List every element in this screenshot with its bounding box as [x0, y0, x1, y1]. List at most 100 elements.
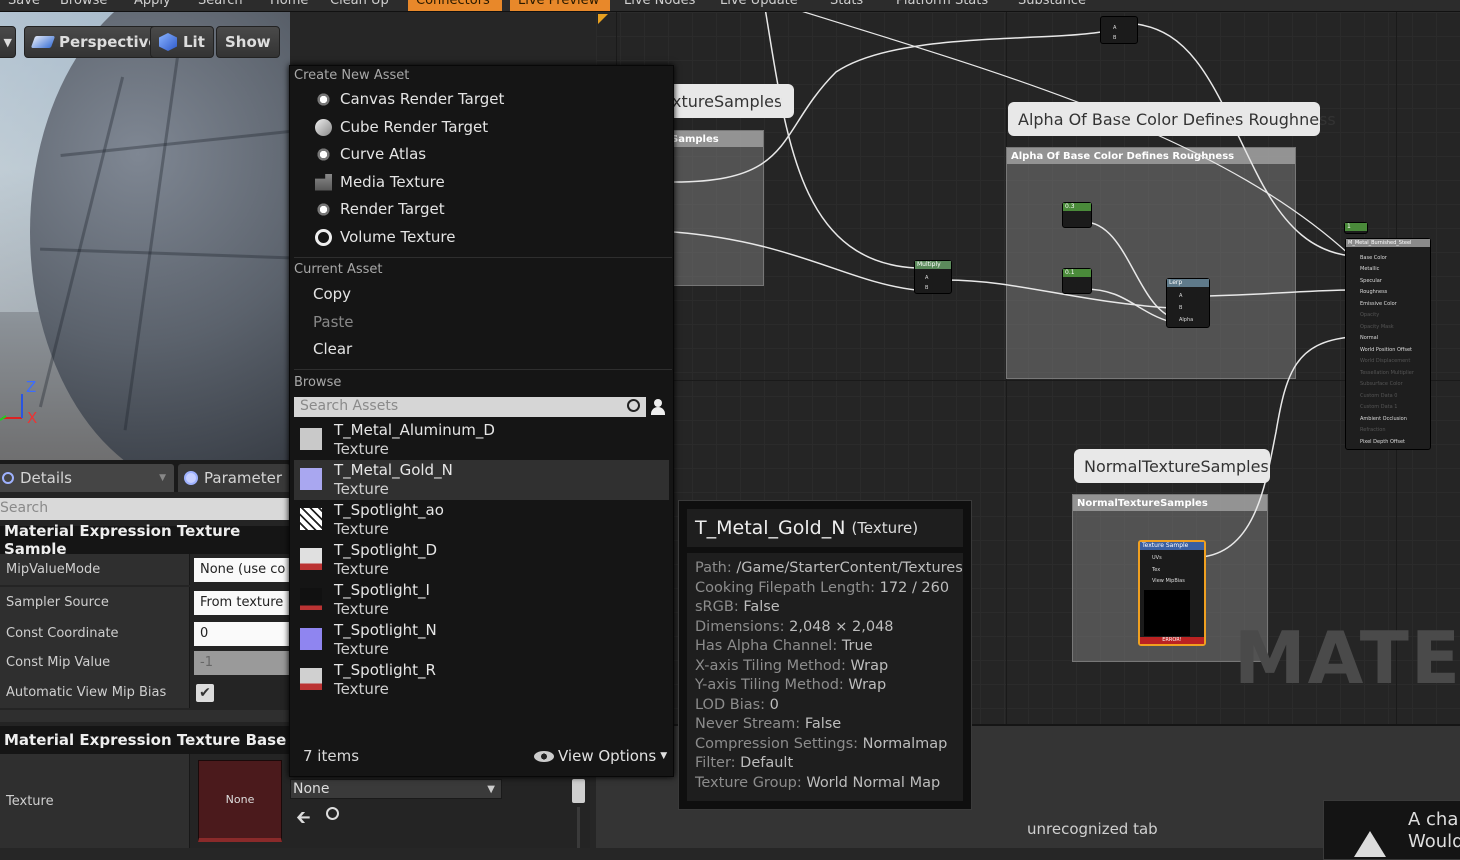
- use-selected-arrow-icon[interactable]: 🡰: [296, 805, 311, 835]
- result-pin[interactable]: Roughness: [1360, 289, 1387, 295]
- sampler-source-combo[interactable]: From texture: [194, 590, 290, 615]
- toolbar-substance[interactable]: Substance: [1010, 0, 1094, 11]
- result-pin[interactable]: Custom Data 0: [1360, 393, 1397, 399]
- auto-view-mip-bias-checkbox[interactable]: ✔: [196, 683, 214, 702]
- tooltip-row: Compression Settings: Normalmap: [695, 735, 948, 752]
- result-pin[interactable]: Custom Data 1: [1360, 404, 1397, 410]
- menu-volume-texture[interactable]: Volume Texture: [315, 228, 455, 246]
- top-math-node[interactable]: A B: [1100, 16, 1138, 44]
- result-pin[interactable]: Ambient Occlusion: [1360, 416, 1407, 422]
- texture-asset-combo[interactable]: None ▼: [290, 779, 502, 799]
- menu-item-label: Cube Render Target: [340, 118, 489, 136]
- warning-notification[interactable]: A char Would: [1323, 800, 1460, 860]
- multiply-node[interactable]: Multiply A B: [914, 260, 952, 294]
- result-pin[interactable]: Base Color: [1360, 255, 1387, 261]
- texture-thumbnail[interactable]: None: [198, 760, 282, 842]
- ts-pin-tex[interactable]: Tex: [1152, 567, 1160, 573]
- viewport-options-dropdown[interactable]: ▼: [0, 26, 16, 58]
- tooltip-row: Has Alpha Channel: True: [695, 638, 873, 654]
- asset-list-item[interactable]: T_Spotlight_N Texture: [294, 620, 669, 660]
- user-filter-icon[interactable]: [649, 397, 667, 417]
- tab-details[interactable]: Details ▼: [0, 464, 174, 492]
- menu-canvas-render-target[interactable]: Canvas Render Target: [315, 90, 504, 108]
- texture-sample-node[interactable]: Texture Sample UVs Tex View MipBias ERRO…: [1138, 540, 1206, 646]
- lit-cube-icon: [159, 33, 177, 51]
- result-pin[interactable]: World Position Offset: [1360, 347, 1412, 353]
- menu-cube-render-target[interactable]: Cube Render Target: [315, 118, 488, 136]
- mip-value-mode-combo[interactable]: None (use co: [194, 557, 290, 582]
- result-pin[interactable]: Subsurface Color: [1360, 381, 1403, 387]
- result-pin[interactable]: Emissive Color: [1360, 301, 1397, 307]
- menu-render-target[interactable]: Render Target: [315, 200, 445, 218]
- toolbar-live-update[interactable]: Live Update: [712, 0, 806, 11]
- const-mip-value-field[interactable]: -1: [194, 650, 290, 675]
- result-pin[interactable]: Specular: [1360, 278, 1382, 284]
- asset-search-input[interactable]: Search Assets: [294, 397, 646, 417]
- toolbar-home[interactable]: Home: [262, 0, 316, 11]
- toolbar-apply[interactable]: Apply: [126, 0, 179, 11]
- section-texture-sample[interactable]: Material Expression Texture Sample: [0, 522, 290, 558]
- toolbar-search[interactable]: Search: [190, 0, 251, 11]
- asset-list-item[interactable]: T_Spotlight_I Texture: [294, 580, 669, 620]
- result-pin[interactable]: World Displacement: [1360, 358, 1410, 364]
- details-scrollbar-track[interactable]: [577, 807, 580, 848]
- result-node-title: M_Metal_Burnished_Steel: [1346, 239, 1430, 247]
- axis-z-label: Z: [26, 378, 37, 396]
- result-pin[interactable]: Refraction: [1360, 427, 1386, 433]
- material-result-node[interactable]: M_Metal_Burnished_Steel Base Color Metal…: [1345, 238, 1431, 450]
- ts-pin-uvs[interactable]: UVs: [1152, 555, 1162, 561]
- browse-search-icon[interactable]: [326, 807, 339, 820]
- show-button[interactable]: Show: [216, 26, 280, 58]
- toolbar-browse[interactable]: Browse: [52, 0, 115, 11]
- axis-x-label: X: [27, 409, 38, 427]
- toolbar-save[interactable]: Save: [0, 0, 48, 11]
- menu-clear[interactable]: Clear: [313, 340, 352, 358]
- ts-preview: [1144, 590, 1190, 636]
- constant-node-b[interactable]: 0.1: [1062, 268, 1092, 294]
- material-preview-viewport[interactable]: ▼ Perspective Lit Show Z X: [0, 12, 290, 460]
- result-pin[interactable]: Pixel Depth Offset: [1360, 439, 1405, 445]
- section-texture-sample-title: Material Expression Texture Sample: [4, 522, 241, 558]
- section-texture-base[interactable]: Material Expression Texture Base: [0, 726, 290, 754]
- lit-button[interactable]: Lit: [150, 26, 214, 58]
- search-icon[interactable]: [627, 399, 640, 412]
- tooltip-body: Path: /Game/StarterContent/Textures Cook…: [687, 553, 963, 801]
- lerp-node[interactable]: Lerp A B Alpha: [1166, 278, 1210, 328]
- ts-pin-view-mipbias[interactable]: View MipBias: [1152, 578, 1185, 584]
- toolbar-live-preview[interactable]: Live Preview: [510, 0, 610, 11]
- constant-node-c[interactable]: 1: [1344, 222, 1368, 234]
- toolbar-connectors[interactable]: Connectors: [408, 0, 502, 11]
- result-pin[interactable]: Metallic: [1360, 266, 1379, 272]
- toolbar-clean-up[interactable]: Clean Up: [322, 0, 397, 11]
- details-scrollbar-thumb[interactable]: [572, 779, 585, 803]
- asset-list-item[interactable]: T_Metal_Aluminum_D Texture: [294, 420, 669, 460]
- details-search-input[interactable]: Search: [0, 498, 290, 520]
- constant-node-a[interactable]: 0.3: [1062, 202, 1092, 228]
- toolbar-stats[interactable]: Stats: [822, 0, 871, 11]
- asset-list-item[interactable]: T_Spotlight_D Texture: [294, 540, 669, 580]
- result-pin[interactable]: Normal: [1360, 335, 1378, 341]
- const-coordinate-field[interactable]: 0: [194, 621, 290, 646]
- result-pin[interactable]: Opacity Mask: [1360, 324, 1394, 330]
- view-options-button[interactable]: View Options ▼: [534, 747, 667, 765]
- menu-item-label: Volume Texture: [340, 228, 456, 246]
- toolbar-platform-stats[interactable]: Platform Stats: [888, 0, 996, 11]
- toolbar-live-nodes[interactable]: Live Nodes: [616, 0, 703, 11]
- tooltip-row: Texture Group: World Normal Map: [695, 774, 941, 791]
- perspective-button[interactable]: Perspective: [24, 26, 168, 58]
- asset-type: Texture: [334, 640, 389, 658]
- menu-copy[interactable]: Copy: [313, 285, 351, 303]
- result-pin[interactable]: Tessellation Multiplier: [1360, 370, 1414, 376]
- texture-asset-combo-value: None: [293, 781, 330, 797]
- menu-paste[interactable]: Paste: [313, 313, 354, 331]
- menu-media-texture[interactable]: Media Texture: [315, 173, 445, 191]
- tab-parameters[interactable]: Parameter: [178, 464, 290, 492]
- result-pin[interactable]: Opacity: [1360, 312, 1379, 318]
- constant-b-value: 0.1: [1063, 269, 1091, 277]
- asset-list-item[interactable]: T_Spotlight_ao Texture: [294, 500, 669, 540]
- asset-list-item[interactable]: T_Spotlight_R Texture: [294, 660, 669, 700]
- asset-thumbnail: [300, 628, 322, 650]
- texture-thumbnail-text: None: [225, 793, 255, 806]
- menu-curve-atlas[interactable]: Curve Atlas: [315, 145, 426, 163]
- asset-list-item-selected[interactable]: T_Metal_Gold_N Texture: [294, 460, 669, 500]
